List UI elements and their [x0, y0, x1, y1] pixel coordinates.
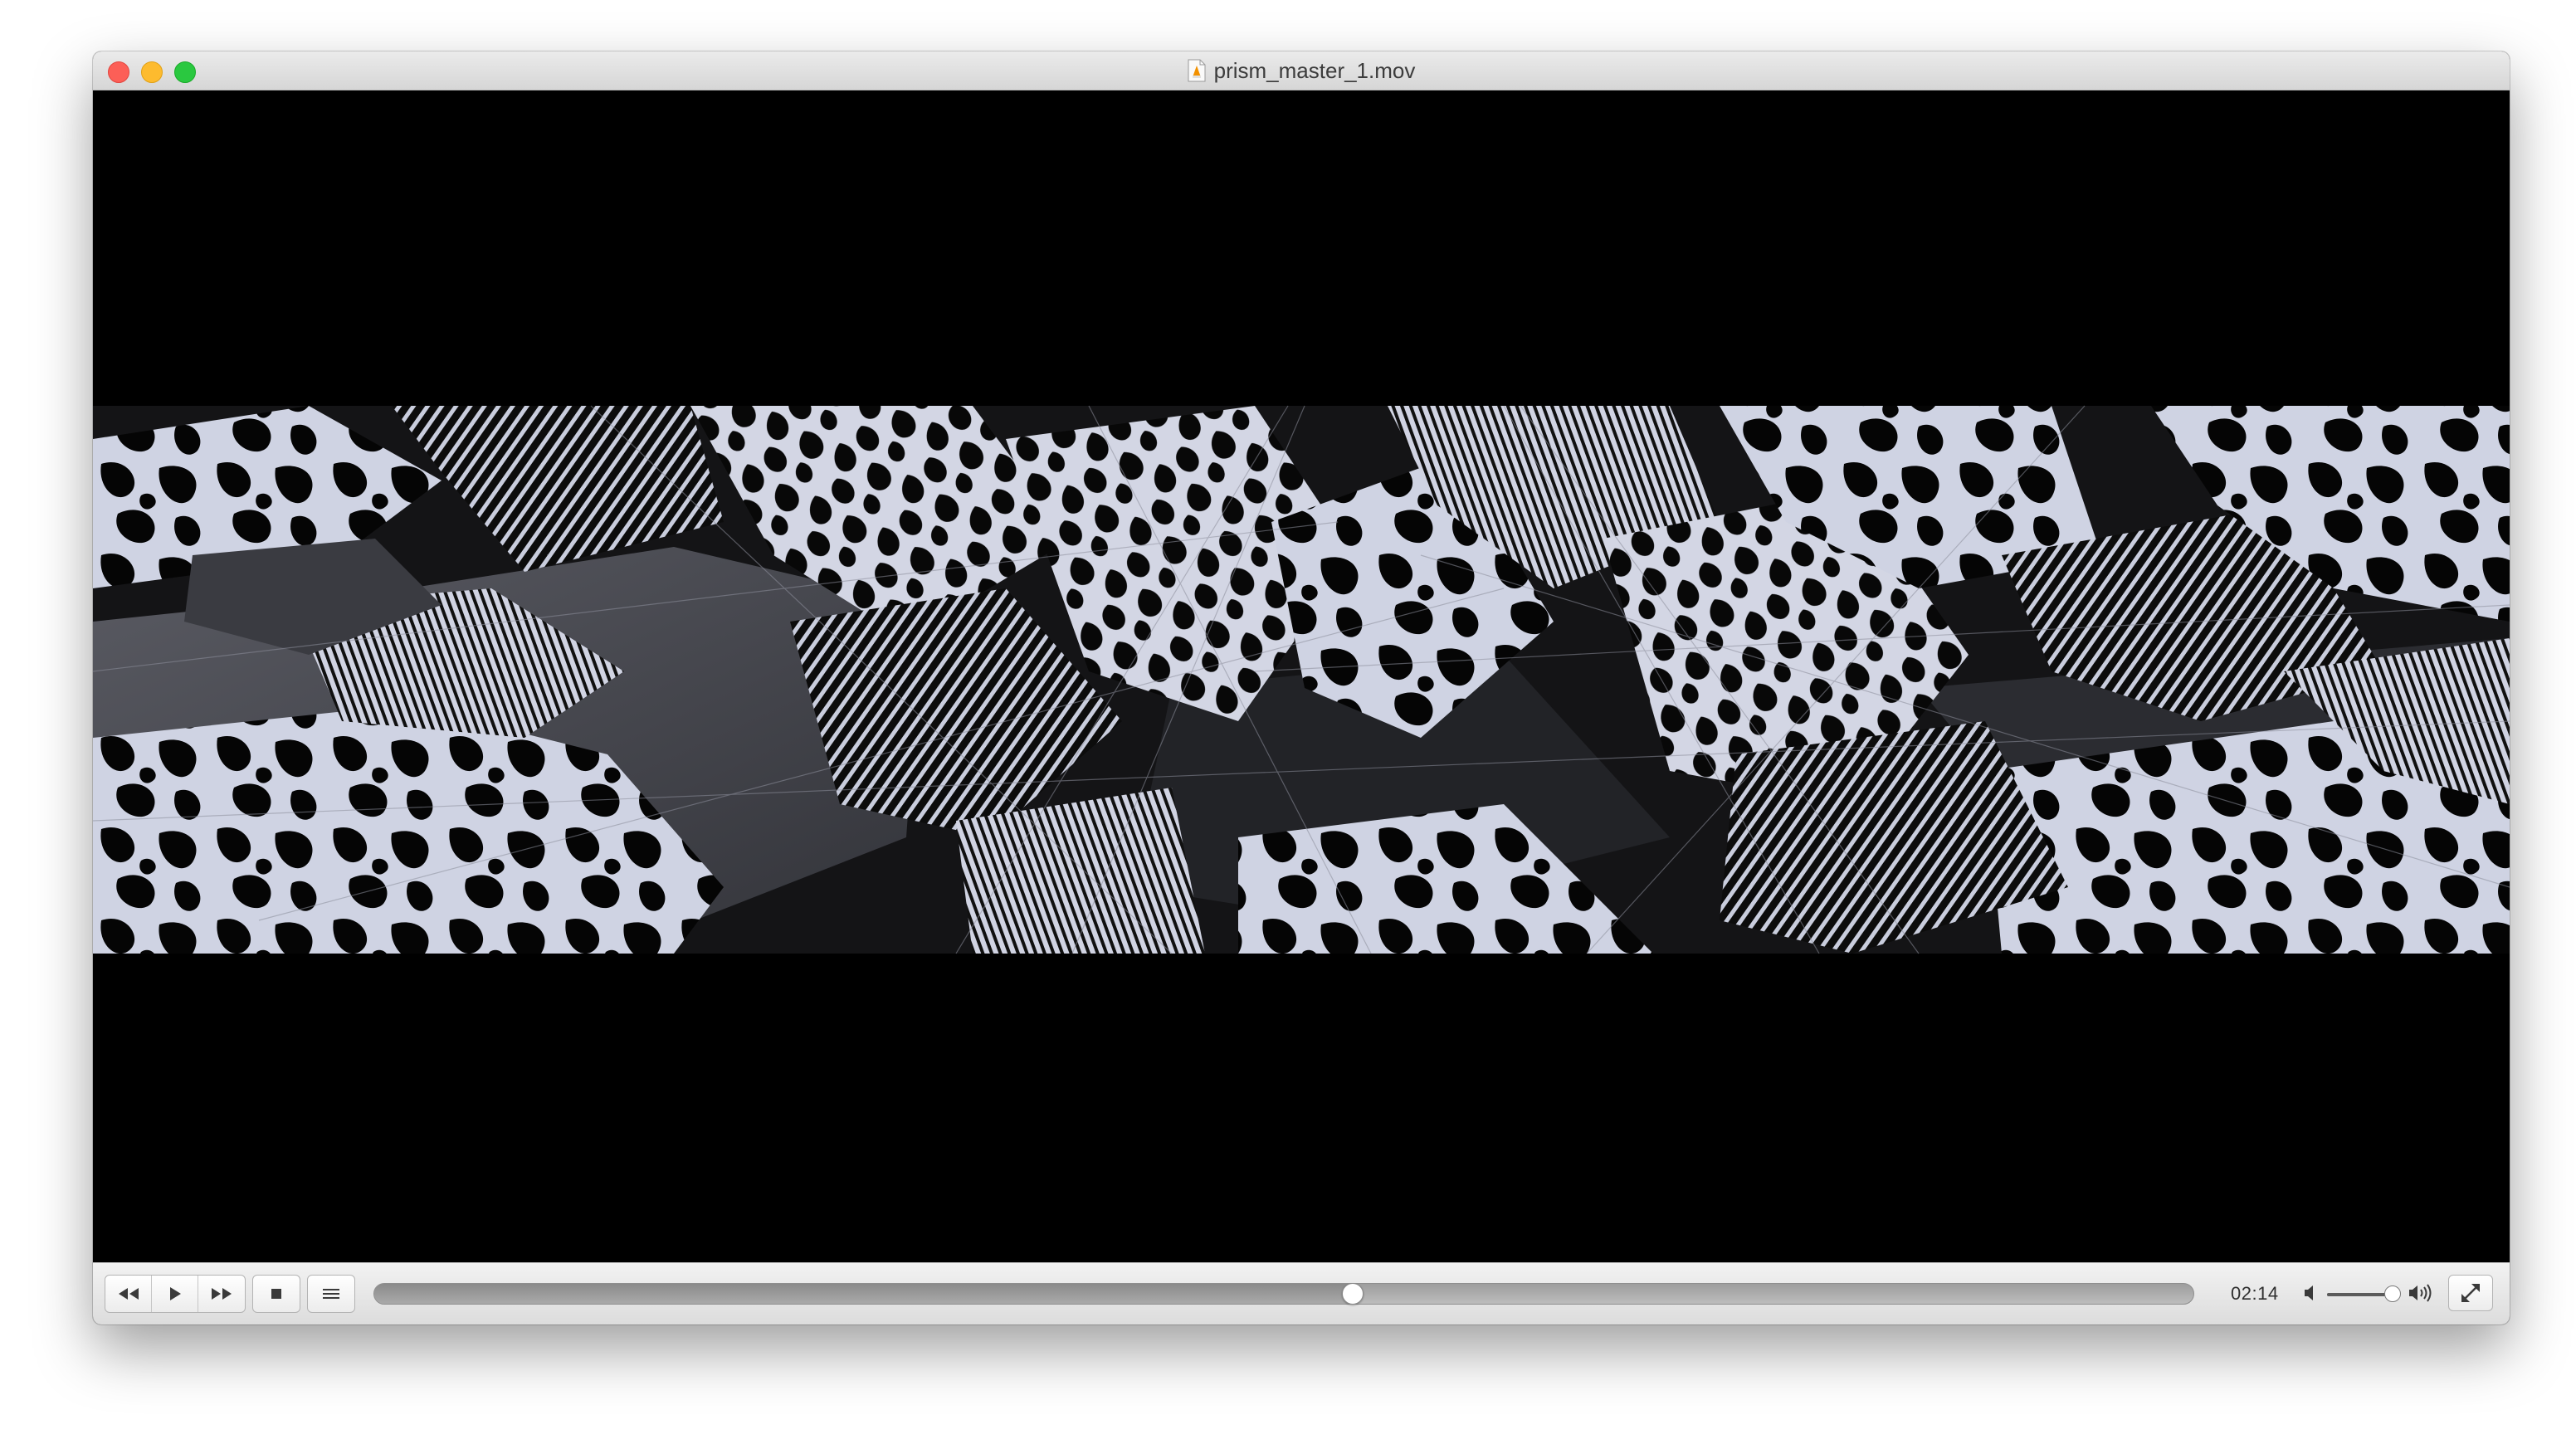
- seek-bar[interactable]: [373, 1283, 2194, 1305]
- fullscreen-icon: [2461, 1284, 2480, 1302]
- stop-button-group: [252, 1275, 300, 1313]
- video-area[interactable]: [93, 90, 2510, 1262]
- control-bar: 02:14: [93, 1262, 2510, 1324]
- rewind-button[interactable]: [105, 1276, 152, 1312]
- video-content: [93, 405, 2510, 954]
- playlist-icon: [323, 1289, 339, 1299]
- rewind-icon: [118, 1288, 139, 1300]
- video-frame: [93, 90, 2510, 1262]
- seek-bar-handle[interactable]: [1342, 1283, 1364, 1305]
- playlist-button-group: [307, 1275, 355, 1313]
- vlc-document-icon: [1188, 59, 1206, 82]
- transport-button-group: [105, 1275, 246, 1313]
- fullscreen-button[interactable]: [2448, 1275, 2493, 1311]
- volume-slider-handle[interactable]: [2384, 1285, 2402, 1302]
- seek-bar-elapsed: [374, 1284, 1354, 1304]
- speaker-low-icon[interactable]: [2304, 1284, 2317, 1302]
- fast-forward-icon: [212, 1288, 232, 1300]
- window-title-group: prism_master_1.mov: [93, 51, 2510, 90]
- volume-slider[interactable]: [2327, 1285, 2402, 1302]
- play-button[interactable]: [152, 1276, 198, 1312]
- player-window: prism_master_1.mov 02:14: [93, 51, 2510, 1324]
- playlist-button[interactable]: [308, 1276, 354, 1312]
- title-bar[interactable]: prism_master_1.mov: [93, 51, 2510, 90]
- fast-forward-button[interactable]: [198, 1276, 245, 1312]
- stop-icon: [271, 1289, 281, 1299]
- speaker-high-icon[interactable]: [2408, 1284, 2432, 1302]
- play-icon: [169, 1287, 181, 1300]
- elapsed-time: 02:14: [2231, 1283, 2279, 1304]
- window-title: prism_master_1.mov: [1213, 57, 1416, 83]
- stop-button[interactable]: [253, 1276, 300, 1312]
- volume-slider-fill: [2327, 1293, 2393, 1296]
